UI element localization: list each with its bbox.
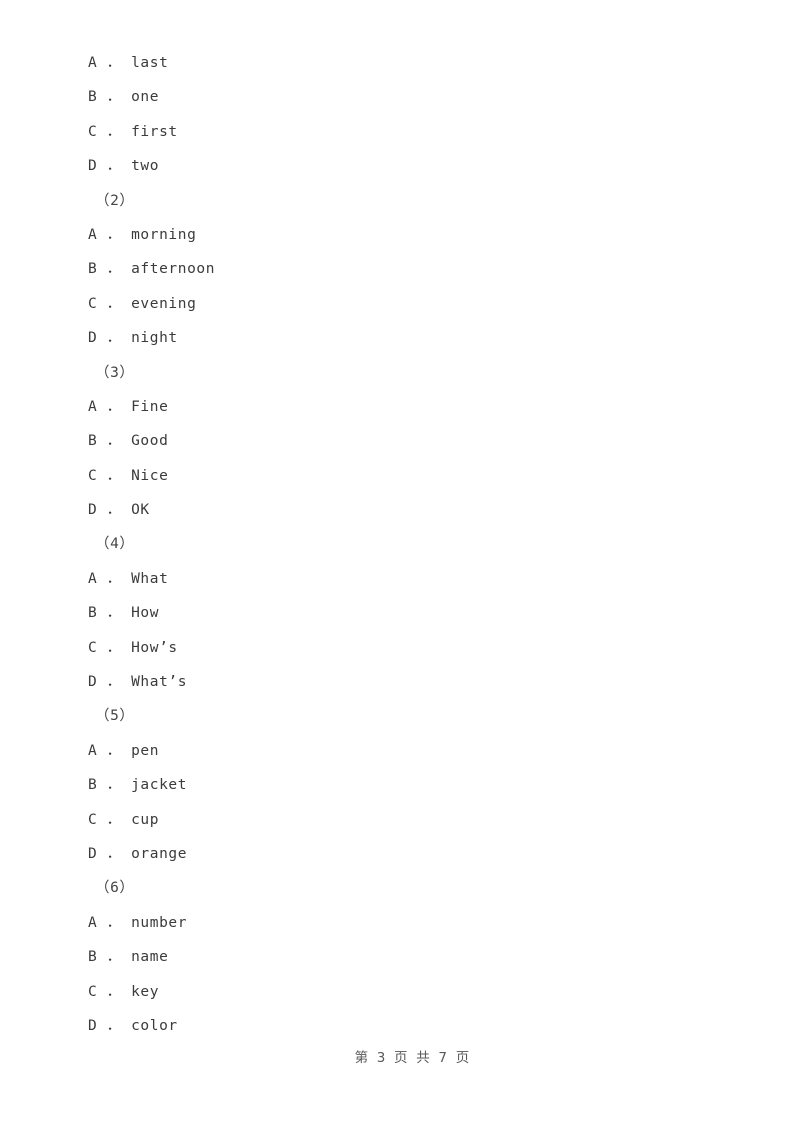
answer-option[interactable]: A ． morning bbox=[88, 218, 708, 252]
page-number-label: 第 3 页 共 7 页 bbox=[354, 1050, 472, 1066]
answer-option[interactable]: B ． name bbox=[88, 940, 708, 974]
question-number: （2） bbox=[95, 192, 135, 209]
answer-option[interactable]: B ． one bbox=[88, 80, 708, 114]
answer-option[interactable]: C ． evening bbox=[88, 287, 708, 321]
answer-option[interactable]: A ． pen bbox=[88, 734, 708, 768]
answer-option[interactable]: D ． night bbox=[88, 321, 708, 355]
question-number: （6） bbox=[95, 880, 135, 897]
answer-option[interactable]: B ． afternoon bbox=[88, 252, 708, 286]
question-number: （3） bbox=[95, 364, 135, 381]
question-options-list: A ． last B ． one C ． first D ． two （2） A ． mo… bbox=[88, 46, 708, 1043]
question-number: （4） bbox=[95, 536, 135, 553]
answer-option[interactable]: D ． What’s bbox=[88, 665, 708, 699]
question-number: （5） bbox=[95, 708, 135, 725]
answer-option[interactable]: C ． first bbox=[88, 115, 708, 149]
answer-option[interactable]: C ． Nice bbox=[88, 459, 708, 493]
answer-option[interactable]: C ． key bbox=[88, 975, 708, 1009]
answer-option[interactable]: A ． number bbox=[88, 906, 708, 940]
answer-option[interactable]: B ． How bbox=[88, 596, 708, 630]
page-footer: 第 3 页 共 7 页 bbox=[0, 1030, 800, 1082]
answer-option[interactable]: B ． jacket bbox=[88, 768, 708, 802]
answer-option[interactable]: D ． two bbox=[88, 149, 708, 183]
answer-option[interactable]: A ． last bbox=[88, 46, 708, 80]
answer-option[interactable]: A ． Fine bbox=[88, 390, 708, 424]
document-page: A ． last B ． one C ． first D ． two （2） A ． mo… bbox=[0, 0, 800, 1132]
answer-option[interactable]: C ． cup bbox=[88, 803, 708, 837]
answer-option[interactable]: D ． OK bbox=[88, 493, 708, 527]
answer-option[interactable]: C ． How’s bbox=[88, 631, 708, 665]
answer-option[interactable]: B ． Good bbox=[88, 424, 708, 458]
answer-option[interactable]: D ． orange bbox=[88, 837, 708, 871]
answer-option[interactable]: A ． What bbox=[88, 562, 708, 596]
